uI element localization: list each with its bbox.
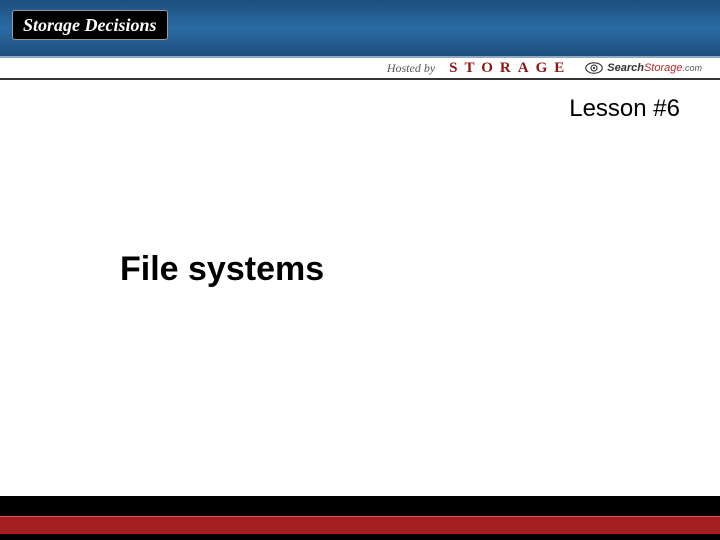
searchstorage-part1: Search	[607, 62, 644, 74]
top-banner: Storage Decisions	[0, 0, 720, 58]
storage-decisions-logo: Storage Decisions	[12, 10, 168, 40]
searchstorage-brand-logo: SearchStorage.com	[585, 62, 702, 74]
footer-stripe-black-top	[0, 496, 720, 516]
lesson-number: Lesson #6	[569, 95, 680, 123]
footer-stripe-black-bottom	[0, 534, 720, 540]
hosted-by-label: Hosted by	[387, 61, 435, 76]
searchstorage-part2: Storage	[644, 62, 683, 74]
eye-icon	[585, 62, 603, 74]
slide-title: File systems	[120, 250, 324, 289]
slide: Storage Decisions Hosted by STORAGE Sear…	[0, 0, 720, 540]
storage-brand-logo: STORAGE	[449, 60, 571, 77]
hosted-by-row: Hosted by STORAGE SearchStorage.com	[0, 58, 720, 80]
searchstorage-suffix: .com	[682, 63, 702, 73]
logo-text: Storage Decisions	[23, 15, 157, 35]
footer-stripe-red	[0, 516, 720, 534]
footer-stripes	[0, 496, 720, 540]
